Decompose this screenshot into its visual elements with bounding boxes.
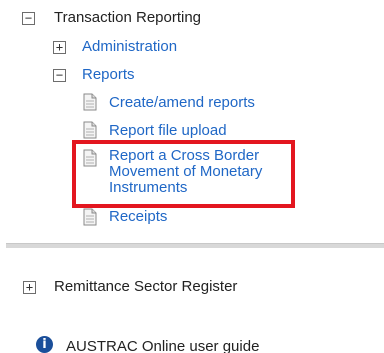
- expand-remittance-toggle[interactable]: +: [23, 281, 36, 294]
- info-icon: i: [36, 336, 53, 353]
- reports-link[interactable]: Reports: [82, 66, 135, 83]
- expand-administration-toggle[interactable]: +: [53, 41, 66, 54]
- document-icon: [83, 121, 97, 139]
- receipts-link[interactable]: Receipts: [109, 208, 167, 225]
- collapse-reports-toggle[interactable]: −: [53, 69, 66, 82]
- administration-link[interactable]: Administration: [82, 38, 177, 55]
- section-divider: [6, 243, 384, 248]
- document-icon: [83, 93, 97, 111]
- document-icon: [83, 208, 97, 226]
- create-amend-reports-link[interactable]: Create/amend reports: [109, 94, 255, 111]
- report-file-upload-link[interactable]: Report file upload: [109, 122, 227, 139]
- collapse-transaction-reporting-toggle[interactable]: −: [22, 12, 35, 25]
- remittance-sector-register-label[interactable]: Remittance Sector Register: [54, 278, 237, 295]
- transaction-reporting-label[interactable]: Transaction Reporting: [54, 9, 201, 26]
- user-guide-link[interactable]: AUSTRAC Online user guide: [66, 338, 259, 353]
- highlight-frame: [72, 140, 295, 208]
